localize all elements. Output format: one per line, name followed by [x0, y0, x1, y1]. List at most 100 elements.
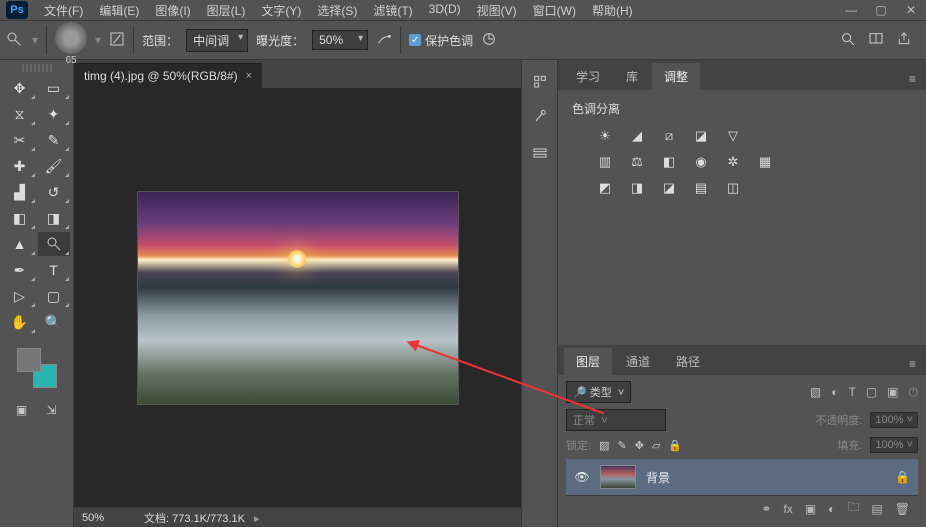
crop-tool[interactable]: ✂ — [4, 128, 36, 152]
menu-window[interactable]: 窗口(W) — [527, 0, 582, 21]
doc-info-chevron-icon[interactable]: ▸ — [254, 513, 260, 525]
lock-artboard-icon[interactable]: ✥ — [635, 439, 644, 452]
new-fill-layer-icon[interactable]: ◐ — [828, 502, 835, 516]
type-tool[interactable]: T — [38, 258, 70, 282]
brightness-icon[interactable]: ☀ — [594, 127, 616, 145]
layer-row-background[interactable]: 👁 背景 🔒 — [566, 459, 918, 495]
bw-icon[interactable]: ◧ — [658, 153, 680, 171]
vibrance-icon[interactable]: ▽ — [722, 127, 744, 145]
hand-tool[interactable]: ✋ — [4, 310, 36, 334]
canvas[interactable] — [74, 88, 521, 507]
menu-filter[interactable]: 滤镜(T) — [367, 0, 418, 21]
balance-icon[interactable]: ⚖ — [626, 153, 648, 171]
gradient-map-icon[interactable]: ▤ — [690, 179, 712, 197]
protect-tones-checkbox[interactable]: ✓ — [409, 34, 421, 46]
filter-shape-icon[interactable]: ▢ — [866, 385, 877, 400]
window-minimize-button[interactable]: — — [836, 0, 866, 20]
invert-icon[interactable]: ◩ — [594, 179, 616, 197]
brush-preset-picker[interactable] — [55, 22, 87, 54]
filter-pixel-icon[interactable]: ▧ — [810, 385, 821, 400]
menu-3d[interactable]: 3D(D) — [423, 0, 467, 21]
menu-view[interactable]: 视图(V) — [471, 0, 523, 21]
brush-panel-icon[interactable] — [109, 31, 125, 50]
layers-panel-menu-icon[interactable]: ≡ — [899, 353, 926, 375]
marquee-tool[interactable]: ▭ — [38, 76, 70, 100]
filter-type-icon[interactable]: T — [848, 385, 855, 400]
gradient-tool[interactable]: ◨ — [38, 206, 70, 230]
search-icon[interactable] — [840, 31, 856, 50]
eyedropper-tool[interactable]: ✎ — [38, 128, 70, 152]
hue-icon[interactable]: ▥ — [594, 153, 616, 171]
move-tool[interactable]: ✥ — [4, 76, 36, 100]
color-swatches[interactable] — [17, 348, 57, 388]
layer-mask-icon[interactable]: ▣ — [805, 502, 816, 516]
dodge-tool[interactable] — [38, 232, 70, 256]
window-close-button[interactable]: ✕ — [896, 0, 926, 20]
swatches-panel-icon[interactable] — [529, 142, 551, 164]
menu-edit[interactable]: 编辑(E) — [93, 0, 145, 21]
new-layer-icon[interactable]: ▤ — [871, 502, 882, 516]
dodge-tool-icon[interactable] — [6, 31, 24, 49]
workspace-icon[interactable] — [868, 31, 884, 50]
pen-tool[interactable]: ✒ — [4, 258, 36, 282]
brush-tool[interactable]: 🖌 — [38, 154, 70, 178]
channel-mixer-icon[interactable]: ✲ — [722, 153, 744, 171]
path-select-tool[interactable]: ▷ — [4, 284, 36, 308]
layer-thumbnail[interactable] — [600, 465, 636, 489]
panel-menu-icon[interactable]: ≡ — [899, 68, 926, 90]
tab-layers[interactable]: 图层 — [564, 348, 612, 375]
layer-filter-kind[interactable]: 🔎 类型 ˅ — [566, 381, 631, 403]
shape-tool[interactable]: ▢ — [38, 284, 70, 308]
window-maximize-button[interactable]: ▢ — [866, 0, 896, 20]
color-lookup-icon[interactable]: ▦ — [754, 153, 776, 171]
lock-nesting-icon[interactable]: ▱ — [652, 439, 660, 452]
screenmode-icon[interactable]: ⇲ — [40, 400, 64, 420]
layer-visibility-icon[interactable]: 👁 — [574, 470, 590, 484]
close-tab-icon[interactable]: × — [246, 70, 252, 82]
exposure-field[interactable]: 50% — [312, 30, 368, 50]
tab-channels[interactable]: 通道 — [614, 348, 662, 375]
threshold-icon[interactable]: ◪ — [658, 179, 680, 197]
tab-adjustments[interactable]: 调整 — [652, 63, 700, 90]
lock-all-icon[interactable]: 🔒 — [668, 439, 682, 452]
menu-image[interactable]: 图像(I) — [149, 0, 196, 21]
link-layers-icon[interactable]: ⚭ — [761, 502, 771, 516]
airbrush-icon[interactable] — [376, 31, 392, 50]
range-dropdown[interactable]: 中间调 — [186, 29, 248, 52]
levels-icon[interactable]: ◢ — [626, 127, 648, 145]
tab-learn[interactable]: 学习 — [564, 63, 612, 90]
filter-smart-icon[interactable]: ▣ — [887, 385, 898, 400]
quick-select-tool[interactable]: ✦ — [38, 102, 70, 126]
healing-tool[interactable]: ✚ — [4, 154, 36, 178]
photo-filter-icon[interactable]: ◉ — [690, 153, 712, 171]
filter-toggle-icon[interactable]: ⏻ — [909, 385, 919, 400]
stamp-tool[interactable]: ▟ — [4, 180, 36, 204]
tab-paths[interactable]: 路径 — [664, 348, 712, 375]
menu-file[interactable]: 文件(F) — [38, 0, 89, 21]
history-brush-tool[interactable]: ↺ — [38, 180, 70, 204]
blend-mode-dropdown[interactable]: 正常 ˅ — [566, 409, 666, 431]
opacity-field[interactable]: 100% ˅ — [870, 412, 918, 428]
delete-layer-icon[interactable]: 🗑 — [895, 502, 910, 516]
layer-style-icon[interactable]: fx — [783, 502, 792, 516]
eraser-tool[interactable]: ◧ — [4, 206, 36, 230]
blur-tool[interactable]: ▲ — [4, 232, 36, 256]
menu-help[interactable]: 帮助(H) — [586, 0, 639, 21]
posterize-icon[interactable]: ◨ — [626, 179, 648, 197]
zoom-readout[interactable]: 50% — [82, 512, 104, 524]
share-icon[interactable] — [896, 31, 912, 50]
lock-position-icon[interactable]: ✎ — [617, 439, 626, 452]
zoom-tool[interactable]: 🔍 — [38, 310, 70, 334]
brush-settings-icon[interactable] — [529, 106, 551, 128]
new-group-icon[interactable]: 🗀 — [847, 498, 859, 519]
document-tab[interactable]: timg (4).jpg @ 50%(RGB/8#) × — [74, 63, 262, 88]
toolbox-grip[interactable] — [22, 64, 52, 72]
foreground-color-swatch[interactable] — [17, 348, 41, 372]
quickmask-icon[interactable]: ▣ — [10, 400, 34, 420]
exposure-icon[interactable]: ◪ — [690, 127, 712, 145]
menu-select[interactable]: 选择(S) — [311, 0, 363, 21]
layer-lock-icon[interactable]: 🔒 — [895, 470, 910, 484]
filter-adjust-icon[interactable]: ◐ — [831, 385, 838, 400]
lasso-tool[interactable]: ⧖ — [4, 102, 36, 126]
menu-type[interactable]: 文字(Y) — [255, 0, 307, 21]
